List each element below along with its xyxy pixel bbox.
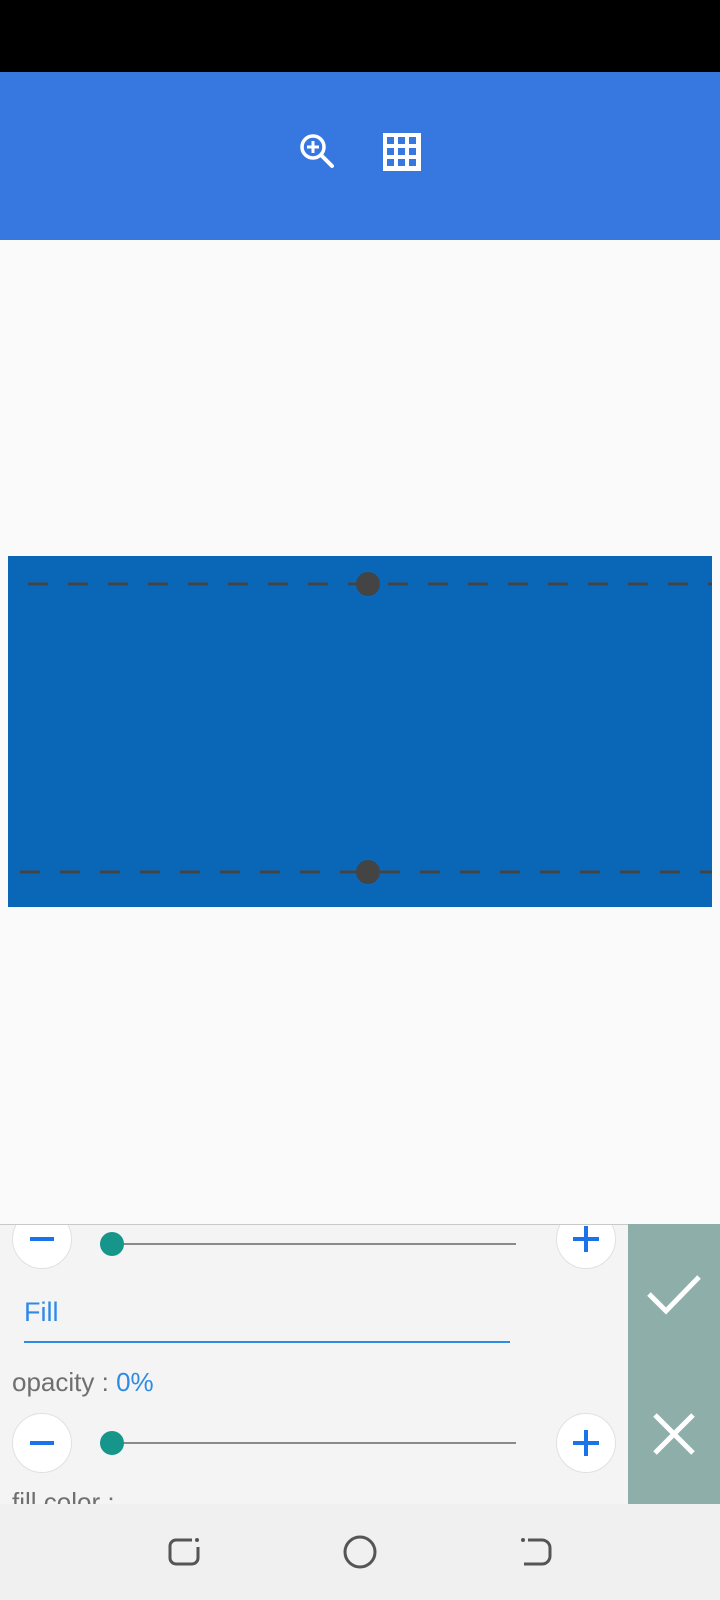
- top-toolbar: [0, 72, 720, 240]
- minus-icon: [30, 1441, 54, 1445]
- drawing-canvas[interactable]: [0, 240, 720, 1224]
- minus-icon: [30, 1237, 54, 1241]
- slider-thumb[interactable]: [100, 1232, 124, 1256]
- cancel-button[interactable]: [628, 1374, 720, 1494]
- status-bar: [0, 0, 720, 72]
- tab-underline: [24, 1341, 510, 1343]
- home-icon[interactable]: [338, 1530, 382, 1574]
- top-slider[interactable]: [100, 1232, 516, 1256]
- system-nav-bar: [0, 1504, 720, 1600]
- slider-track: [100, 1442, 516, 1444]
- opacity-label-text: opacity :: [12, 1367, 117, 1397]
- opacity-decrease-button[interactable]: [12, 1413, 72, 1473]
- filled-shape[interactable]: [8, 556, 712, 907]
- plus-icon: [573, 1226, 599, 1252]
- action-panel: [628, 1224, 720, 1504]
- plus-icon: [573, 1430, 599, 1456]
- recent-apps-icon[interactable]: [162, 1530, 206, 1574]
- fill-color-label: fill color :: [12, 1487, 115, 1504]
- slider-track: [100, 1243, 516, 1245]
- fill-settings-panel: Fill opacity : 0% fill color :: [0, 1224, 628, 1504]
- increase-button[interactable]: [556, 1225, 616, 1269]
- zoom-in-icon[interactable]: [296, 130, 340, 174]
- decrease-button[interactable]: [12, 1225, 72, 1269]
- slider-thumb[interactable]: [100, 1431, 124, 1455]
- grid-icon[interactable]: [380, 130, 424, 174]
- top-handle: [356, 572, 380, 596]
- close-icon: [653, 1413, 695, 1455]
- bottom-handle: [356, 860, 380, 884]
- opacity-increase-button[interactable]: [556, 1413, 616, 1473]
- check-icon: [647, 1275, 701, 1315]
- back-icon[interactable]: [514, 1530, 558, 1574]
- opacity-value: 0%: [116, 1367, 154, 1397]
- opacity-label: opacity : 0%: [12, 1367, 154, 1398]
- tab-fill[interactable]: Fill: [24, 1297, 59, 1328]
- opacity-slider[interactable]: [100, 1431, 516, 1455]
- confirm-button[interactable]: [628, 1234, 720, 1354]
